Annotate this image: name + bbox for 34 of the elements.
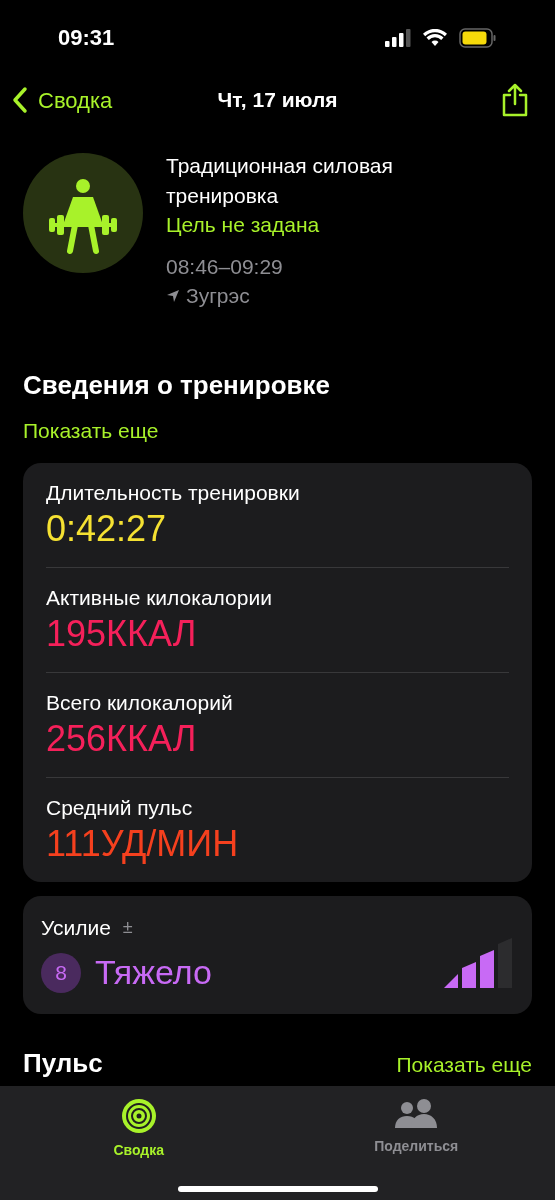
metric-value: 0:42:27: [46, 506, 168, 551]
section-title: Сведения о тренировке: [23, 369, 331, 402]
metric-value: 195ККАЛ: [46, 611, 198, 656]
adjust-icon: ±: [122, 913, 133, 941]
clock: 09:31: [58, 24, 115, 52]
back-button[interactable]: Сводка: [12, 83, 113, 117]
goal-text: Цель не задана: [166, 212, 321, 238]
show-more-link[interactable]: Показать еще: [396, 1052, 532, 1078]
share-icon: [501, 83, 529, 117]
metric-value: 111УД/МИН: [46, 821, 240, 866]
battery-icon: [459, 27, 497, 48]
effort-value: Тяжело: [95, 952, 212, 993]
show-more-link[interactable]: Показать еще: [23, 415, 159, 447]
location-text: Зугрэс: [186, 283, 250, 309]
metric-label: Средний пульс: [46, 794, 194, 821]
effort-score: 8: [41, 952, 81, 993]
share-button[interactable]: [501, 83, 529, 117]
effort-label: Усилие: [41, 914, 111, 941]
people-icon: [393, 1098, 440, 1130]
wifi-icon: [423, 28, 447, 47]
nav-title: Чт, 17 июля: [217, 87, 338, 114]
signal-icon: [385, 28, 411, 47]
metric-value: 256ККАЛ: [46, 716, 198, 761]
rings-icon: [120, 1098, 157, 1134]
metric-label: Активные килокалории: [46, 584, 273, 611]
chevron-left-icon: [12, 86, 28, 114]
workout-name: Традиционная силовая тренировка: [166, 153, 394, 209]
section-title: Пульс: [23, 1048, 103, 1078]
metric-label: Всего килокалорий: [46, 689, 234, 716]
location-arrow-icon: [166, 289, 180, 303]
metric-label: Длительность тренировки: [46, 479, 301, 506]
weightlifting-icon: [23, 153, 143, 273]
tab-bar-item[interactable]: Поделиться: [277, 1086, 555, 1200]
time-range: 08:46–09:29: [166, 254, 284, 280]
